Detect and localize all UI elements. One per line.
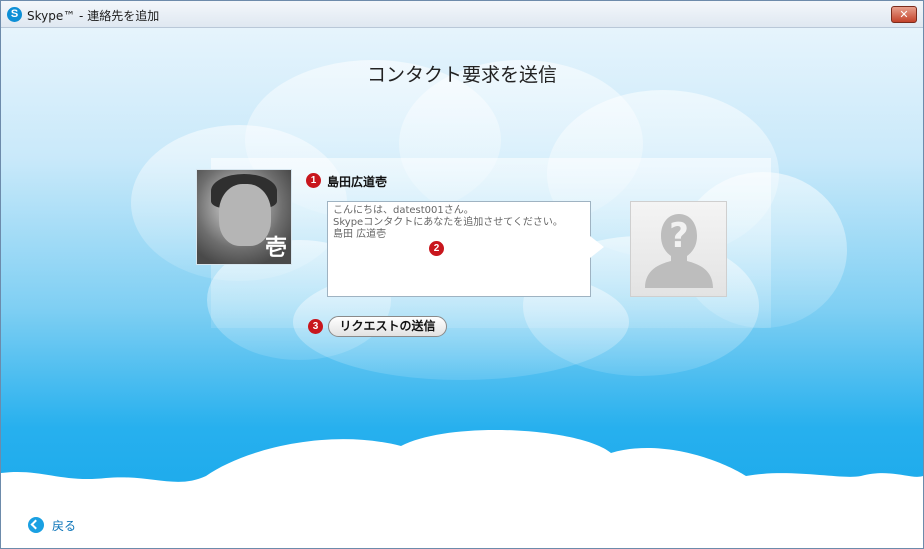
contact-name: 島田広道壱 xyxy=(327,175,388,189)
skype-logo-icon: S xyxy=(7,7,22,22)
annotation-badge-3: 3 xyxy=(308,319,323,334)
skype-window: S Skype™ - 連絡先を追加 ✕ コンタクト要求を送信 壱 1 島田広道壱… xyxy=(0,0,924,549)
close-button[interactable]: ✕ xyxy=(891,6,917,23)
photo-mark: 壱 xyxy=(264,236,287,261)
unknown-person-icon: ? xyxy=(630,201,727,297)
back-arrow-icon[interactable] xyxy=(28,517,44,533)
send-request-button[interactable]: リクエストの送信 xyxy=(328,316,447,337)
contact-photo: 壱 xyxy=(196,169,292,265)
speech-bubble-pointer xyxy=(590,236,604,258)
main-content: コンタクト要求を送信 壱 1 島田広道壱 こんにちは、datest001さん。 … xyxy=(1,28,923,548)
annotation-badge-2: 2 xyxy=(429,241,444,256)
request-message-field[interactable]: こんにちは、datest001さん。 Skypeコンタクトにあなたを追加させてく… xyxy=(327,201,591,297)
title-bar: S Skype™ - 連絡先を追加 ✕ xyxy=(1,1,923,28)
window-title: Skype™ - 連絡先を追加 xyxy=(27,9,160,23)
svg-text:?: ? xyxy=(669,216,689,256)
back-label[interactable]: 戻る xyxy=(52,517,76,534)
annotation-badge-1: 1 xyxy=(306,173,321,188)
page-heading: コンタクト要求を送信 xyxy=(366,64,557,86)
